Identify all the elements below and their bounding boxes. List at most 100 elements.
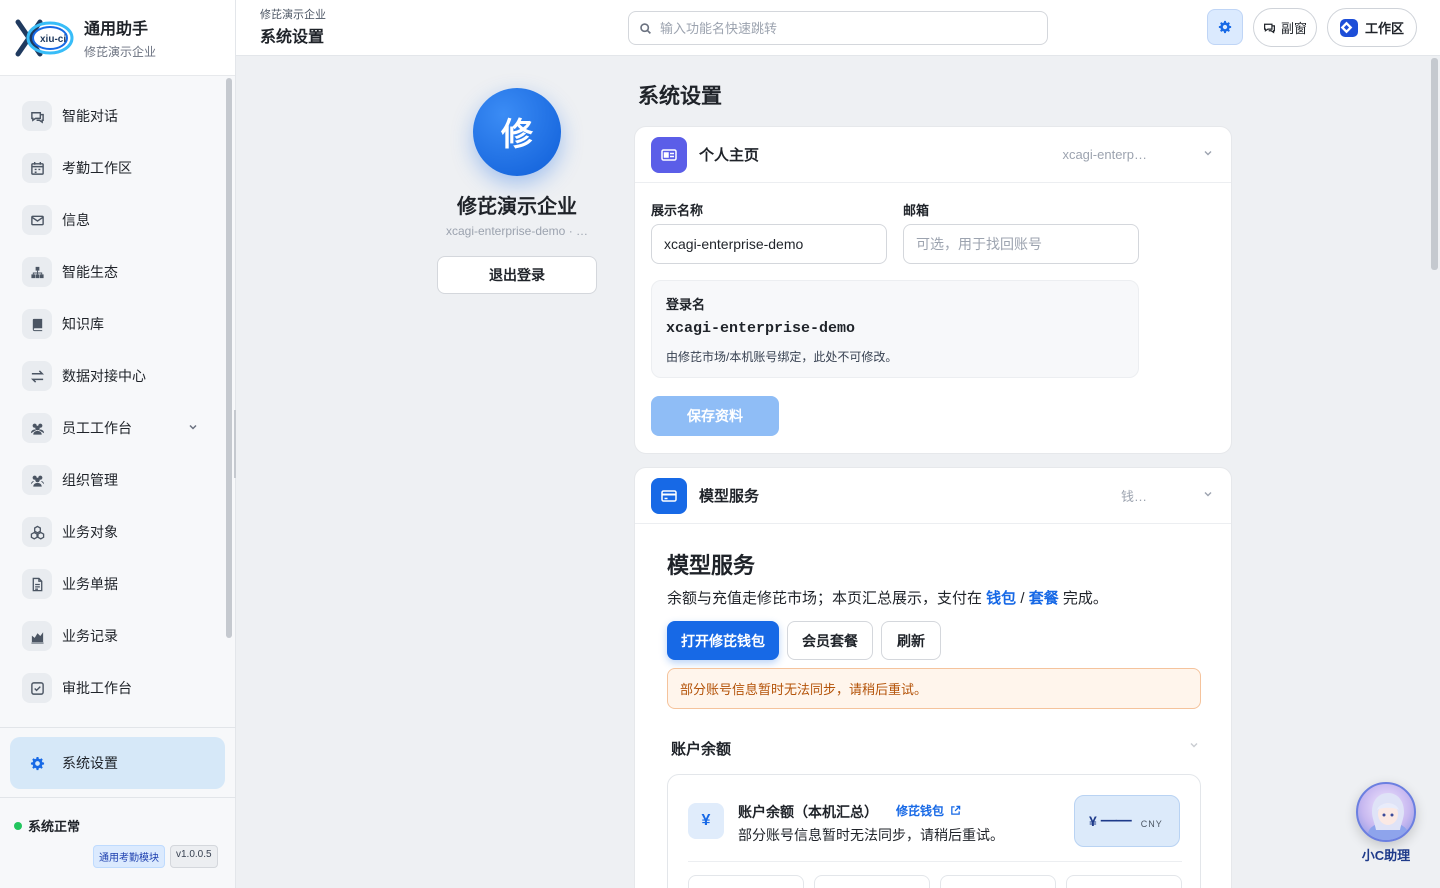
settings-heading: 系统设置 bbox=[638, 85, 722, 108]
sidebar-item-label: 系统设置 bbox=[62, 755, 118, 771]
credit-card-icon bbox=[651, 477, 687, 514]
chevron-down-icon[interactable] bbox=[188, 422, 198, 435]
settings-button[interactable] bbox=[1207, 9, 1243, 45]
refresh-button[interactable]: 刷新 bbox=[881, 621, 941, 660]
plan-link[interactable]: 套餐 bbox=[1029, 590, 1059, 607]
search-icon bbox=[640, 22, 651, 34]
sidebar-item-knowledge[interactable]: 知识库 bbox=[0, 298, 224, 350]
chat-icon bbox=[22, 101, 52, 131]
sidebar-nav: 智能对话 考勤工作区 信息 智能生态 知识库 数据对接中心 员工工作台 组织管理… bbox=[0, 90, 224, 726]
currency-symbol: ¥ bbox=[1089, 813, 1097, 829]
id-card-icon bbox=[651, 136, 687, 173]
assistant-avatar[interactable] bbox=[1356, 782, 1416, 842]
sidebar-item-label: 智能生态 bbox=[62, 264, 118, 280]
sidebar-item-attendance[interactable]: 考勤工作区 bbox=[0, 142, 224, 194]
display-name-field[interactable] bbox=[651, 224, 887, 264]
app-title: 通用助手 bbox=[84, 21, 149, 38]
brand[interactable]: xiu-ci 通用助手 修芘演示企业 bbox=[0, 0, 235, 76]
sidebar-item-messages[interactable]: 信息 bbox=[0, 194, 224, 246]
display-name-label: 展示名称 bbox=[651, 203, 704, 218]
card-title: 模型服务 bbox=[699, 488, 760, 505]
version-badge: v1.0.0.5 bbox=[170, 845, 218, 868]
login-name-panel: 登录名 xcagi-enterprise-demo 由修芘市场/本机账号绑定，此… bbox=[651, 280, 1139, 378]
workspace-button[interactable]: 工作区 bbox=[1327, 8, 1417, 47]
balance-title: 账户余额（本机汇总） bbox=[738, 804, 878, 820]
sidebar-resize-handle[interactable] bbox=[234, 410, 236, 478]
users-icon bbox=[22, 465, 52, 495]
divider bbox=[0, 727, 236, 728]
member-plan-button[interactable]: 会员套餐 bbox=[787, 621, 873, 660]
sidebar-item-label: 业务记录 bbox=[62, 628, 118, 644]
email-field[interactable] bbox=[903, 224, 1139, 264]
xiuci-logo: xiu-ci bbox=[14, 16, 74, 60]
sidebar-scrollbar[interactable] bbox=[226, 78, 232, 638]
sidebar-item-ecosystem[interactable]: 智能生态 bbox=[0, 246, 224, 298]
workspace-label: 工作区 bbox=[1364, 21, 1404, 36]
users-icon bbox=[22, 413, 52, 443]
page-title: 系统设置 bbox=[260, 29, 325, 46]
logout-button[interactable]: 退出登录 bbox=[437, 256, 597, 294]
card-meta: xcagi-enterp… bbox=[1062, 147, 1147, 162]
float-window-label: 副窗 bbox=[1280, 21, 1307, 36]
card-title: 个人主页 bbox=[699, 147, 760, 164]
model-service-description: 余额与充值走修芘市场；本页汇总展示，支付在 钱包 / 套餐 完成。 bbox=[667, 587, 1108, 608]
sidebar-item-biz-records[interactable]: 业务记录 bbox=[0, 610, 224, 662]
sidebar-item-org[interactable]: 组织管理 bbox=[0, 454, 224, 506]
stat-tile bbox=[814, 875, 930, 888]
breadcrumb[interactable]: 修芘演示企业 bbox=[260, 6, 326, 22]
save-profile-button[interactable]: 保存资料 bbox=[651, 396, 779, 436]
sidebar-item-label: 考勤工作区 bbox=[62, 160, 132, 176]
calendar-icon bbox=[22, 153, 52, 183]
assistant-label[interactable]: 小C助理 bbox=[1356, 845, 1416, 864]
currency-code: CNY bbox=[1140, 819, 1163, 829]
main-scrollbar[interactable] bbox=[1431, 58, 1438, 270]
divider bbox=[0, 797, 236, 798]
chevron-down-icon[interactable] bbox=[1203, 148, 1213, 161]
logo-wordmark: xiu-ci bbox=[40, 34, 66, 45]
badge-group: 通用考勤模块 v1.0.0.5 bbox=[93, 845, 218, 868]
description-separator: / bbox=[1016, 590, 1029, 607]
sidebar-item-approval[interactable]: 审批工作台 bbox=[0, 662, 224, 714]
sidebar-item-chat[interactable]: 智能对话 bbox=[0, 90, 224, 142]
wallet-external-link[interactable]: 修芘钱包 bbox=[896, 802, 961, 819]
sidebar-item-staff-workbench[interactable]: 员工工作台 bbox=[0, 402, 224, 454]
search-box[interactable] bbox=[628, 11, 1048, 45]
sitemap-icon bbox=[22, 257, 52, 287]
sidebar-item-biz-objects[interactable]: 业务对象 bbox=[0, 506, 224, 558]
sidebar-item-data-hub[interactable]: 数据对接中心 bbox=[0, 350, 224, 402]
wallet-link[interactable]: 钱包 bbox=[986, 590, 1016, 607]
balance-section-title[interactable]: 账户余额 bbox=[671, 738, 731, 759]
status-text: 系统正常 bbox=[28, 819, 81, 834]
bar-chart-icon bbox=[22, 621, 52, 651]
search-input[interactable] bbox=[660, 20, 1020, 36]
sidebar-item-label: 知识库 bbox=[62, 316, 104, 332]
external-link-icon bbox=[951, 805, 961, 815]
chevron-down-icon[interactable] bbox=[1203, 489, 1213, 502]
org-account: xcagi-enterprise-demo · … bbox=[445, 224, 589, 238]
exchange-icon bbox=[22, 361, 52, 391]
stat-tile bbox=[688, 875, 804, 888]
chat-icon bbox=[1264, 23, 1275, 34]
login-name-note: 由修芘市场/本机账号绑定，此处不可修改。 bbox=[666, 350, 898, 364]
sidebar-item-settings[interactable]: 系统设置 bbox=[10, 737, 225, 789]
sidebar: xiu-ci 通用助手 修芘演示企业 智能对话 考勤工作区 信息 智能生态 知识… bbox=[0, 0, 236, 888]
org-avatar: 修 bbox=[473, 88, 561, 176]
stat-tile bbox=[940, 875, 1056, 888]
sidebar-item-biz-docs[interactable]: 业务单据 bbox=[0, 558, 224, 610]
personal-profile-header[interactable]: 个人主页 xcagi-enterp… bbox=[635, 127, 1231, 183]
description-text: 余额与充值走修芘市场；本页汇总展示，支付在 bbox=[667, 590, 987, 607]
balance-note: 部分账号信息暂时无法同步，请稍后重试。 bbox=[738, 827, 1004, 843]
float-window-button[interactable]: 副窗 bbox=[1253, 8, 1317, 47]
sidebar-item-label: 数据对接中心 bbox=[62, 368, 146, 384]
model-service-header[interactable]: 模型服务 钱… bbox=[635, 468, 1231, 524]
sidebar-item-label: 业务单据 bbox=[62, 576, 118, 592]
book-icon bbox=[22, 309, 52, 339]
personal-profile-card: 个人主页 xcagi-enterp… 展示名称 邮箱 登录名 xcagi-ent… bbox=[634, 126, 1232, 454]
open-wallet-button[interactable]: 打开修芘钱包 bbox=[667, 621, 779, 660]
model-service-card: 模型服务 钱… 模型服务 余额与充值走修芘市场；本页汇总展示，支付在 钱包 / … bbox=[634, 467, 1232, 888]
chevron-down-icon[interactable] bbox=[1189, 740, 1199, 753]
status-dot-icon bbox=[14, 821, 22, 830]
system-status: 系统正常 bbox=[14, 816, 80, 835]
gear-icon bbox=[22, 748, 52, 778]
sidebar-item-label: 业务对象 bbox=[62, 524, 118, 540]
